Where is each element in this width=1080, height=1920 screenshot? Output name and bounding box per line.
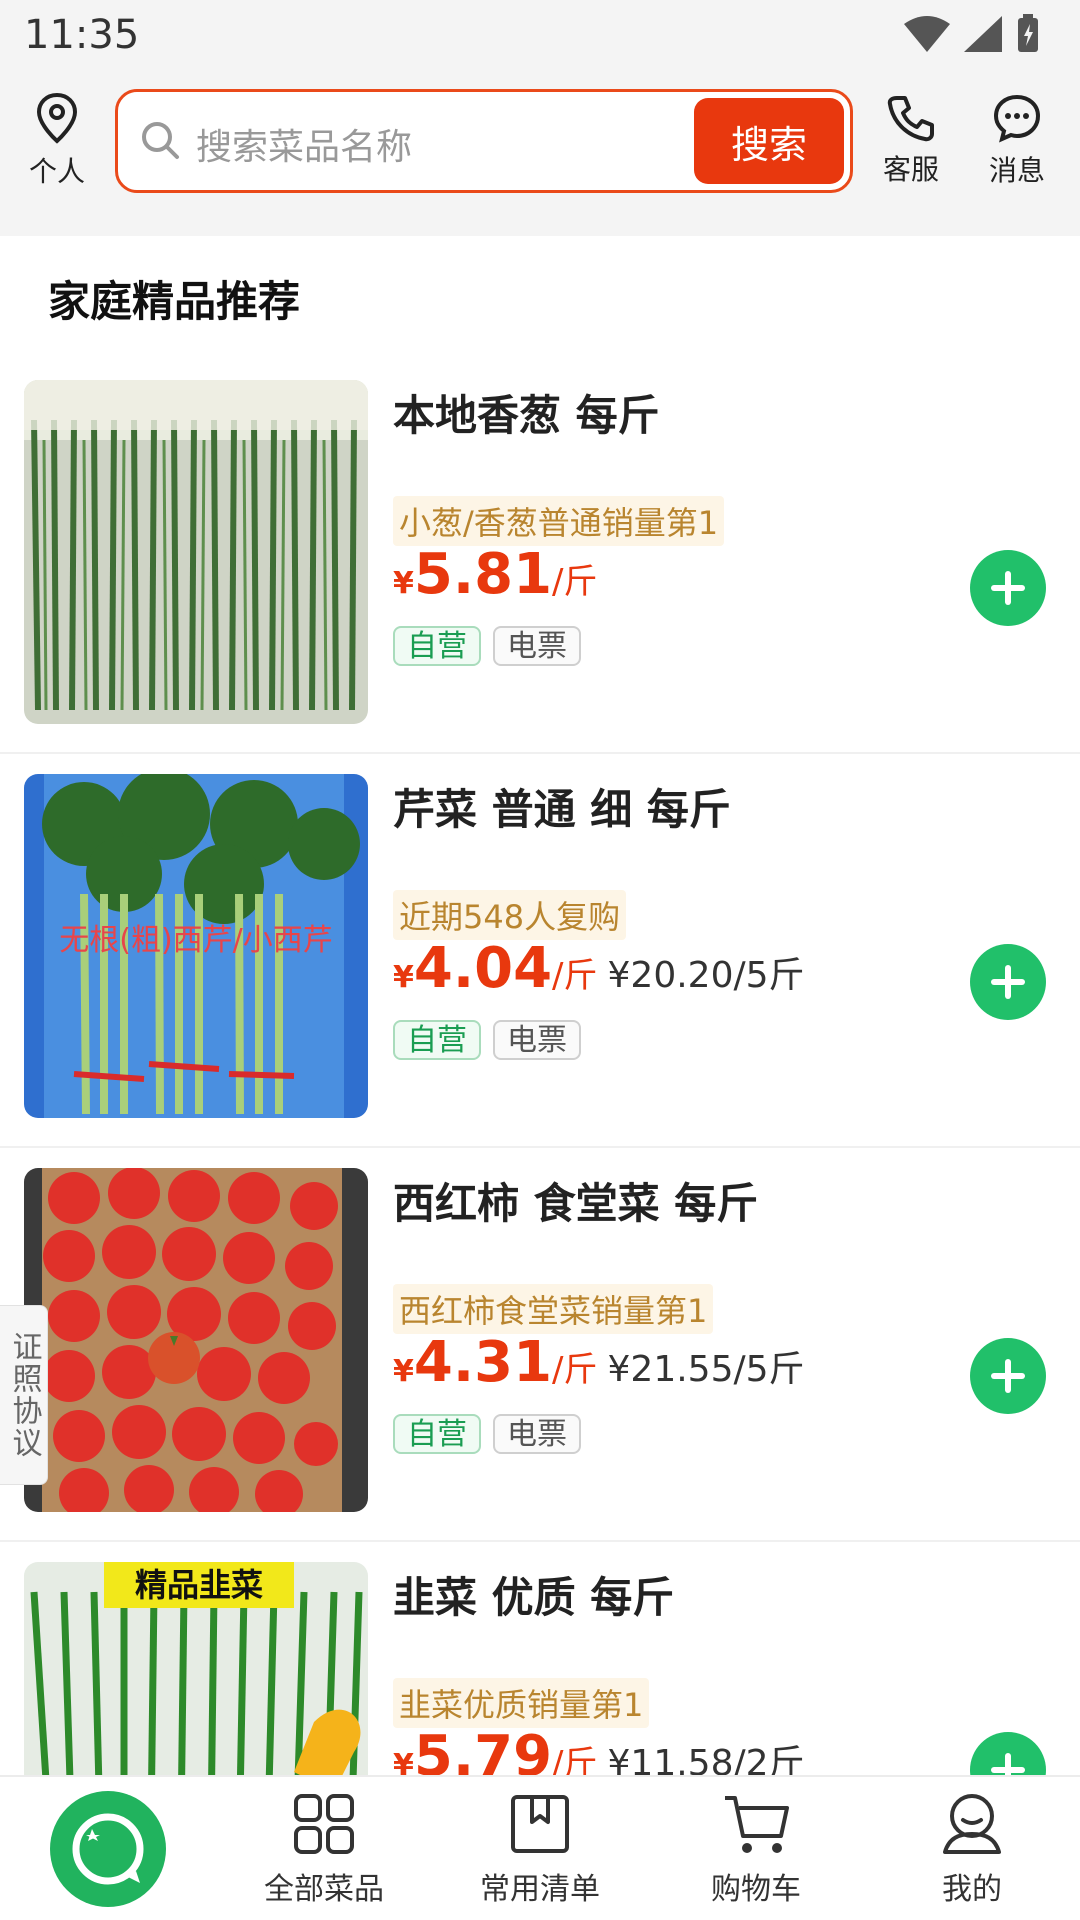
plus-icon — [991, 571, 1025, 605]
tab-label: 购物车 — [711, 1872, 801, 1907]
messages-label: 消息 — [988, 154, 1045, 187]
plus-icon — [991, 1753, 1025, 1775]
plus-icon — [991, 965, 1025, 999]
bulk-price: ¥20.20/5斤 — [607, 955, 805, 996]
badge-self-operated: 自营 — [393, 1020, 481, 1060]
search-input[interactable]: 搜索菜品名称 — [196, 118, 412, 170]
product-badges: 自营 电票 — [393, 1020, 581, 1060]
product-badges: 自营 电票 — [393, 1414, 581, 1454]
tab-cart[interactable]: 购物车 — [648, 1777, 864, 1920]
product-name[interactable]: 西红柿 食堂菜 每斤 — [393, 1170, 758, 1231]
battery-icon — [1018, 14, 1038, 52]
bulk-price: ¥11.58/2斤 — [607, 1743, 805, 1775]
license-agreement-tab[interactable]: 证照协议 — [0, 1305, 48, 1485]
home-logo-icon — [50, 1790, 166, 1907]
signal-icon — [964, 16, 1002, 52]
plus-icon — [991, 1359, 1025, 1393]
tab-label: 常用清单 — [480, 1872, 600, 1907]
badge-e-invoice: 电票 — [493, 1020, 581, 1060]
cart-icon — [725, 1796, 789, 1853]
price-currency: ¥ — [393, 566, 414, 601]
search-bar[interactable]: 搜索菜品名称 搜索 — [115, 89, 853, 193]
product-item[interactable]: 精品韭菜 韭菜 优质 每斤 韭菜优质销量第1 ¥ 5.79 /斤 ¥11.58/… — [0, 1542, 1080, 1775]
tab-common-list[interactable]: 常用清单 — [432, 1777, 648, 1920]
chat-bubble-icon — [993, 94, 1041, 143]
product-image-caption: 精品韭菜 — [135, 1566, 263, 1604]
product-sales-tag: 西红柿食堂菜销量第1 — [393, 1284, 714, 1334]
add-to-cart-button[interactable] — [970, 550, 1046, 626]
price-unit: /斤 — [552, 562, 598, 602]
product-badges: 自营 电票 — [393, 626, 581, 666]
badge-self-operated: 自营 — [393, 1414, 481, 1454]
wifi-icon — [904, 16, 950, 52]
system-icons — [904, 14, 1040, 54]
location-pin-icon — [36, 92, 78, 144]
product-price: ¥ 4.04 /斤 ¥20.20/5斤 — [393, 936, 805, 1001]
product-item[interactable]: 无根(粗)西芹/小西芹 芹菜 普通 细 每斤 近期548人复购 ¥ 4.04 /… — [0, 754, 1080, 1148]
price-amount: 4.31 — [413, 1330, 553, 1395]
price-unit: /斤 — [552, 1744, 598, 1775]
tab-mine[interactable]: 我的 — [864, 1777, 1080, 1920]
add-to-cart-button[interactable] — [970, 944, 1046, 1020]
customer-service-label: 客服 — [882, 153, 939, 186]
tab-home[interactable] — [0, 1777, 216, 1920]
product-image-caption: 无根(粗)西芹/小西芹 — [59, 923, 333, 958]
product-name[interactable]: 芹菜 普通 细 每斤 — [393, 776, 731, 837]
product-image-tomato[interactable] — [24, 1168, 368, 1512]
search-button[interactable]: 搜索 — [694, 98, 844, 184]
personal-label: 个人 — [28, 155, 85, 188]
tab-label: 全部菜品 — [264, 1872, 384, 1907]
tab-all-dishes[interactable]: 全部菜品 — [216, 1777, 432, 1920]
section-title-text: 家庭精品推荐 — [48, 277, 301, 326]
product-image-green-onion[interactable] — [24, 380, 368, 724]
product-item[interactable]: 本地香葱 每斤 小葱/香葱普通销量第1 ¥ 5.81 /斤 自营 电票 — [0, 360, 1080, 754]
price-currency: ¥ — [393, 960, 414, 995]
product-image-celery[interactable]: 无根(粗)西芹/小西芹 — [24, 774, 368, 1118]
product-name[interactable]: 韭菜 优质 每斤 — [393, 1564, 674, 1625]
search-icon — [142, 122, 179, 159]
status-time: 11:35 — [24, 12, 140, 58]
product-sales-tag: 近期548人复购 — [393, 890, 627, 940]
price-unit: /斤 — [552, 956, 598, 996]
price-currency: ¥ — [393, 1748, 414, 1775]
product-price: ¥ 5.79 /斤 ¥11.58/2斤 — [393, 1724, 805, 1775]
bookmark-list-icon — [511, 1795, 569, 1853]
price-unit: /斤 — [552, 1350, 598, 1390]
product-price: ¥ 5.81 /斤 — [393, 542, 598, 607]
header: 个人 搜索菜品名称 搜索 客服 消息 — [0, 76, 1080, 236]
product-image-chives[interactable]: 精品韭菜 — [24, 1562, 368, 1775]
customer-service-button[interactable]: 客服 — [856, 76, 966, 206]
bulk-price: ¥21.55/5斤 — [607, 1349, 805, 1390]
product-sales-tag: 小葱/香葱普通销量第1 — [393, 496, 725, 546]
status-bar: 11:35 — [0, 0, 1080, 76]
personal-button[interactable]: 个人 — [2, 76, 112, 206]
badge-self-operated: 自营 — [393, 626, 481, 666]
product-name[interactable]: 本地香葱 每斤 — [393, 382, 660, 443]
bottom-tab-bar: 全部菜品 常用清单 购物车 我的 — [0, 1775, 1080, 1920]
product-sales-tag: 韭菜优质销量第1 — [393, 1678, 650, 1728]
badge-e-invoice: 电票 — [493, 1414, 581, 1454]
add-to-cart-button[interactable] — [970, 1732, 1046, 1775]
tab-label: 我的 — [942, 1872, 1002, 1907]
section-title: 家庭精品推荐 — [46, 268, 322, 329]
price-amount: 5.79 — [413, 1724, 553, 1775]
messages-button[interactable]: 消息 — [962, 76, 1072, 206]
product-price: ¥ 4.31 /斤 ¥21.55/5斤 — [393, 1330, 805, 1395]
user-icon — [943, 1794, 1001, 1854]
grid-icon — [294, 1794, 354, 1854]
price-amount: 5.81 — [413, 542, 553, 607]
price-currency: ¥ — [393, 1354, 414, 1389]
badge-e-invoice: 电票 — [493, 626, 581, 666]
phone-icon — [887, 96, 934, 142]
add-to-cart-button[interactable] — [970, 1338, 1046, 1414]
price-amount: 4.04 — [413, 936, 553, 1001]
product-list[interactable]: 本地香葱 每斤 小葱/香葱普通销量第1 ¥ 5.81 /斤 自营 电票 无根(粗… — [0, 360, 1080, 1775]
product-item[interactable]: 西红柿 食堂菜 每斤 西红柿食堂菜销量第1 ¥ 4.31 /斤 ¥21.55/5… — [0, 1148, 1080, 1542]
